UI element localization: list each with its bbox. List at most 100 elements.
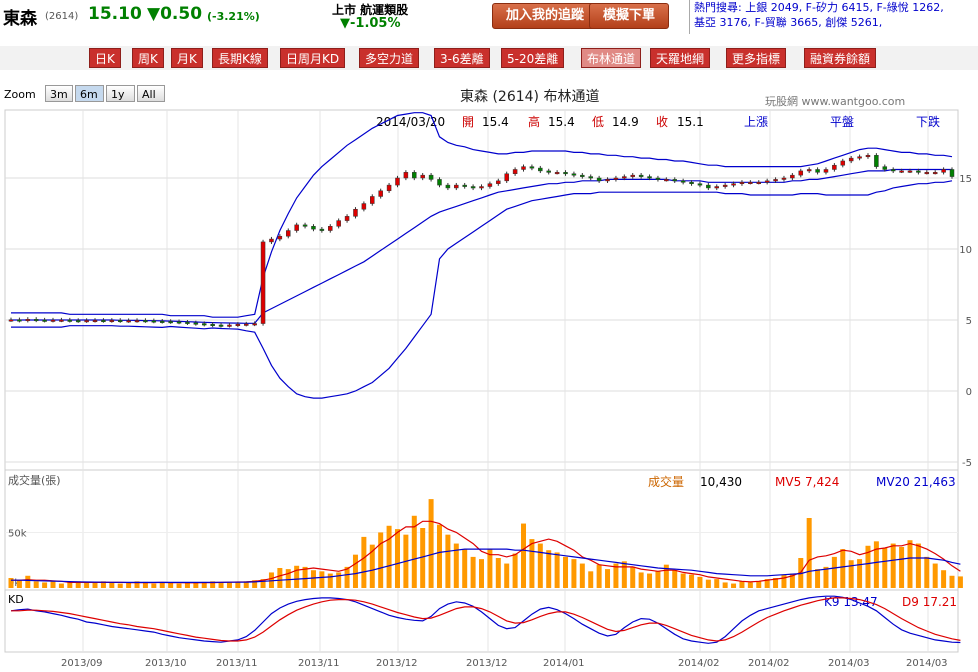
candle-body: [201, 323, 207, 326]
volume-bar: [605, 569, 611, 588]
mv5-label: MV5 7,424: [775, 475, 839, 489]
candle-body: [874, 155, 879, 167]
volume-bar: [109, 582, 115, 588]
volume-bar: [924, 556, 930, 588]
kd-title: KD: [8, 593, 24, 606]
volume-bar: [680, 573, 686, 588]
candle-body: [731, 183, 736, 186]
candle-body: [134, 320, 140, 323]
candle-body: [428, 174, 434, 180]
volume-bar: [504, 563, 510, 588]
volume-bar: [672, 570, 678, 588]
candle-body: [244, 323, 249, 326]
candle-body: [613, 177, 619, 180]
volume-bar: [689, 574, 695, 588]
volume-bar: [697, 576, 703, 588]
volume-tick-50k: 50k: [8, 528, 27, 539]
candle-body: [890, 169, 896, 172]
volume-bar: [579, 563, 585, 588]
candle-body: [395, 177, 400, 186]
mv20-label: MV20 21,463: [876, 475, 956, 489]
x-tick-label: 2014/02: [748, 658, 790, 669]
volume-label: 成交量: [648, 474, 684, 489]
candle-body: [386, 184, 392, 192]
candle-body: [739, 182, 745, 185]
candle-body: [756, 182, 762, 185]
volume-bar: [957, 576, 963, 588]
volume-title: 成交量(張): [8, 473, 61, 487]
candle-body: [462, 184, 467, 187]
d-label: D9 17.21: [902, 595, 957, 609]
kd-k-line: [10, 595, 961, 644]
volume-bar: [705, 579, 711, 588]
candle-body: [832, 164, 837, 170]
candle-body: [344, 216, 350, 221]
candle-body: [437, 179, 442, 186]
candle-body: [218, 324, 224, 327]
kd-d-line: [11, 597, 961, 642]
volume-bar: [806, 518, 812, 588]
volume-bar: [218, 582, 224, 588]
ohlc-date: 2014/03/20: [376, 115, 445, 129]
volume-bar: [235, 582, 241, 588]
price-tick-label: 15: [959, 174, 972, 185]
volume-bar: [302, 566, 308, 588]
volume-bar: [428, 499, 434, 588]
volume-bar: [831, 556, 837, 588]
candle-body: [378, 190, 383, 197]
candle-body: [84, 320, 89, 323]
candle-body: [151, 320, 157, 323]
volume-bar: [647, 573, 653, 588]
volume-bar: [25, 575, 31, 588]
candle-body: [722, 184, 728, 187]
candle-body: [235, 324, 241, 327]
candle-body: [655, 177, 661, 180]
volume-bar: [890, 543, 896, 588]
kd-panel-frame: [4, 589, 959, 653]
volume-bar: [386, 525, 392, 588]
volume-bar: [277, 568, 283, 588]
volume-bar: [495, 558, 501, 588]
candle-body: [924, 172, 930, 175]
candle-body: [319, 228, 325, 231]
candle-body: [815, 169, 820, 173]
volume-bar: [512, 553, 518, 588]
volume-bar: [899, 546, 905, 588]
x-tick-label: 2013/12: [466, 658, 508, 669]
open-label: 開: [462, 115, 474, 129]
candle-body: [697, 183, 703, 186]
volume-bar: [823, 566, 829, 588]
volume-value: 10,430: [700, 475, 742, 489]
volume-bar: [378, 532, 384, 588]
candle-body: [420, 174, 425, 179]
candle-body: [664, 179, 669, 182]
candle-body: [521, 166, 526, 170]
candle-body: [412, 172, 417, 179]
legend-up: 上漲: [744, 115, 768, 129]
candle-body: [252, 323, 257, 326]
candle-body: [647, 176, 652, 179]
volume-bar: [310, 570, 316, 588]
candle-body: [496, 180, 501, 184]
volume-bar: [479, 559, 484, 588]
volume-bar: [722, 582, 728, 588]
candle-body: [117, 320, 123, 323]
candle-body: [638, 174, 644, 177]
volume-bar: [42, 582, 48, 588]
candle-body: [622, 176, 627, 179]
price-tick-label: 0: [966, 387, 972, 398]
volume-bar: [537, 543, 543, 588]
candle-body: [302, 224, 308, 227]
volume-bar: [840, 549, 846, 588]
volume-bar: [747, 582, 753, 588]
x-tick-label: 2013/09: [61, 658, 103, 669]
legend-flat: 平盤: [830, 115, 854, 129]
volume-bar: [630, 566, 636, 588]
volume-bar: [117, 583, 123, 588]
volume-bar: [470, 556, 476, 588]
candle-body: [370, 196, 375, 204]
volume-bar: [739, 581, 745, 588]
volume-bar: [92, 582, 98, 588]
x-tick-label: 2014/01: [543, 658, 585, 669]
candle-body: [277, 235, 283, 240]
